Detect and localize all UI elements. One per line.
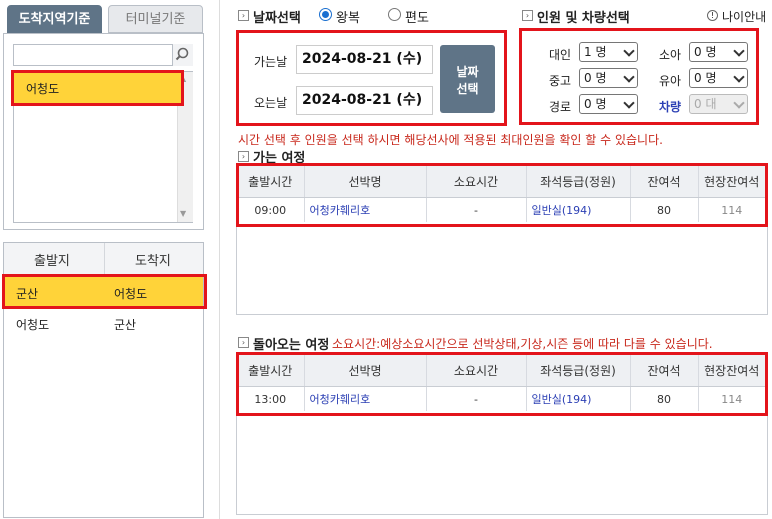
route-to[interactable]: 군산 (114, 316, 136, 333)
notice-text: 시간 선택 후 인원을 선택 하시면 해당선사에 적용된 최대인원을 확인 할 … (238, 133, 663, 147)
search-button[interactable] (172, 44, 193, 66)
route-from[interactable]: 어청도 (16, 316, 49, 333)
highlight-return (236, 352, 768, 416)
highlight-region (11, 70, 184, 106)
people-section-title: 인원 및 차량선택 (537, 11, 630, 26)
search-icon (175, 47, 189, 61)
section-arrow-icon: › (238, 337, 249, 348)
panel-divider (219, 0, 220, 519)
date-section-title: 날짜선택 (253, 11, 301, 26)
section-arrow-icon: › (522, 10, 533, 21)
age-guide-link[interactable]: 나이안내 (722, 8, 766, 25)
roundtrip-radio[interactable] (319, 8, 332, 21)
header-to: 도착지 (135, 254, 171, 269)
highlight-outbound (236, 163, 768, 227)
region-search-input[interactable] (13, 44, 193, 66)
highlight-route (2, 274, 207, 309)
tab-terminal[interactable]: 터미널기준 (108, 5, 203, 33)
section-arrow-icon: › (238, 10, 249, 21)
highlight-date (236, 30, 507, 126)
highlight-people (519, 28, 759, 125)
header-from: 출발지 (34, 254, 70, 269)
section-arrow-icon: › (238, 151, 249, 162)
oneway-radio[interactable] (388, 8, 401, 21)
roundtrip-label: 왕복 (336, 11, 360, 26)
oneway-label: 편도 (405, 11, 429, 26)
header-divider (104, 243, 105, 274)
tab-destination-region[interactable]: 도착지역기준 (7, 5, 102, 33)
return-note: 소요시간:예상소요시간으로 선박상태,기상,시즌 등에 따라 다를 수 있습니다… (332, 337, 713, 351)
return-title: 돌아오는 여정 (253, 338, 330, 353)
scroll-down-icon[interactable]: ▼ (180, 209, 186, 218)
info-icon[interactable]: ! (707, 10, 718, 21)
